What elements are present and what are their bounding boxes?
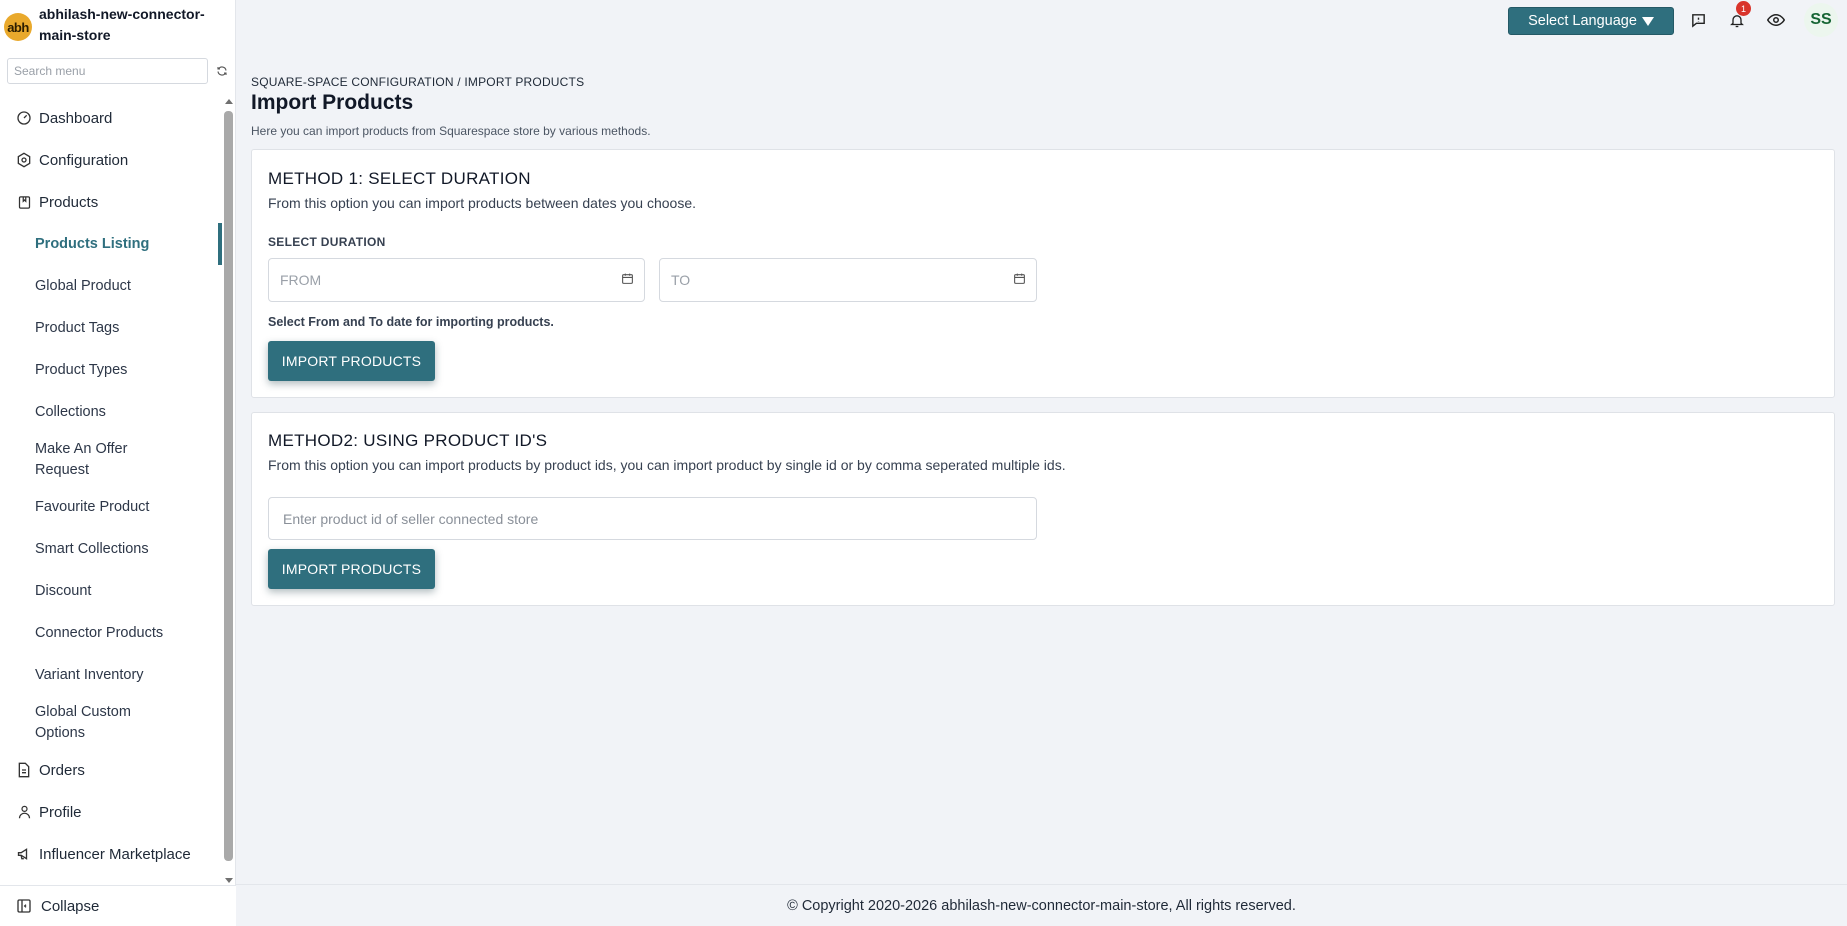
method2-description: From this option you can import products… [268, 457, 1066, 473]
from-date-field[interactable]: FROM [268, 258, 645, 302]
sidebar-subitem-collections[interactable]: Collections [0, 391, 222, 433]
top-bar: Select Language 1 SS [236, 0, 1847, 42]
select-duration-label: SELECT DURATION [268, 235, 386, 249]
method1-title: METHOD 1: SELECT DURATION [268, 169, 531, 188]
date-hint: Select From and To date for importing pr… [268, 315, 554, 329]
feedback-icon[interactable] [1688, 10, 1708, 30]
sidebar-subitem-products-listing[interactable]: Products Listing [0, 223, 222, 265]
scroll-up-arrow[interactable] [225, 99, 233, 104]
calendar-icon[interactable] [621, 272, 634, 288]
calendar-icon[interactable] [1013, 272, 1026, 288]
page-title: Import Products [251, 91, 414, 114]
sidebar-subitem-global-custom-options[interactable]: Global Custom Options [0, 696, 160, 749]
to-date-placeholder: TO [671, 272, 691, 288]
sidebar-subitem-discount[interactable]: Discount [0, 570, 222, 612]
scroll-down-arrow[interactable] [225, 878, 233, 883]
breadcrumb: SQUARE-SPACE CONFIGURATION / IMPORT PROD… [251, 75, 585, 89]
import-products-by-date-button[interactable]: IMPORT PRODUCTS [268, 341, 435, 381]
user-icon [15, 803, 33, 821]
menu-search-row [0, 52, 235, 84]
sidebar-item-label: Products [39, 193, 99, 211]
sidebar-subitem-variant-inventory[interactable]: Variant Inventory [0, 654, 222, 696]
method2-card: METHOD2: USING PRODUCT ID'S From this op… [251, 412, 1835, 606]
sidebar-item-label: Influencer Marketplace [39, 845, 191, 863]
notification-badge: 1 [1736, 1, 1751, 16]
sidebar-item-label: Dashboard [39, 109, 113, 127]
notification-bell-icon[interactable]: 1 [1727, 1, 1751, 30]
copyright-text: © Copyright 2020-2026 abhilash-new-conne… [787, 897, 1296, 914]
sidebar-subitem-product-tags[interactable]: Product Tags [0, 307, 222, 349]
store-logo: abh [4, 13, 32, 41]
sidebar: abh abhilash-new-connector-main-store Da… [0, 0, 236, 926]
import-products-by-id-button[interactable]: IMPORT PRODUCTS [268, 549, 435, 589]
dashboard-icon [15, 109, 33, 127]
from-date-placeholder: FROM [280, 272, 322, 288]
sidebar-subitem-favourite-product[interactable]: Favourite Product [0, 486, 222, 528]
sidebar-menu: Dashboard Configuration Products Product… [0, 97, 222, 885]
caret-down-icon [1641, 16, 1654, 26]
megaphone-icon [15, 845, 33, 863]
sidebar-item-label: Orders [39, 761, 85, 779]
menu-search-input[interactable] [7, 58, 208, 84]
footer: © Copyright 2020-2026 abhilash-new-conne… [236, 884, 1847, 926]
sidebar-collapse-icon [15, 897, 33, 915]
sidebar-item-influencer-marketplace[interactable]: Influencer Marketplace [0, 833, 222, 875]
sidebar-item-dashboard[interactable]: Dashboard [0, 97, 222, 139]
product-id-input[interactable] [268, 497, 1037, 540]
to-date-field[interactable]: TO [659, 258, 1037, 302]
store-name: abhilash-new-connector-main-store [39, 6, 205, 43]
method2-title: METHOD2: USING PRODUCT ID'S [268, 431, 548, 450]
eye-icon[interactable] [1766, 10, 1786, 30]
sidebar-item-profile[interactable]: Profile [0, 791, 222, 833]
sidebar-item-label: Configuration [39, 151, 129, 169]
select-language-label: Select Language [1528, 13, 1637, 29]
sidebar-item-configuration[interactable]: Configuration [0, 139, 222, 181]
collapse-label: Collapse [41, 897, 100, 915]
sidebar-subitem-smart-collections[interactable]: Smart Collections [0, 528, 222, 570]
user-avatar[interactable]: SS [1804, 3, 1838, 37]
scrollbar-thumb[interactable] [224, 111, 233, 861]
page-description: Here you can import products from Square… [251, 124, 651, 138]
bookmark-icon [15, 193, 33, 211]
sidebar-subitem-make-an-offer[interactable]: Make An Offer Request [0, 433, 170, 486]
sidebar-subitem-product-types[interactable]: Product Types [0, 349, 222, 391]
collapse-button[interactable]: Collapse [0, 885, 236, 926]
gear-icon [15, 151, 33, 169]
method1-description: From this option you can import products… [268, 195, 697, 211]
sidebar-item-label: Profile [39, 803, 82, 821]
sidebar-item-products[interactable]: Products [0, 181, 222, 223]
sidebar-item-orders[interactable]: Orders [0, 749, 222, 791]
method1-card: METHOD 1: SELECT DURATION From this opti… [251, 149, 1835, 398]
document-icon [15, 761, 33, 779]
sidebar-subitem-global-product[interactable]: Global Product [0, 265, 222, 307]
sidebar-scrollbar[interactable] [223, 97, 234, 885]
refresh-icon[interactable] [215, 64, 229, 78]
sidebar-subitem-connector-products[interactable]: Connector Products [0, 612, 222, 654]
select-language-button[interactable]: Select Language [1508, 7, 1674, 35]
store-header: abh abhilash-new-connector-main-store [0, 0, 235, 52]
